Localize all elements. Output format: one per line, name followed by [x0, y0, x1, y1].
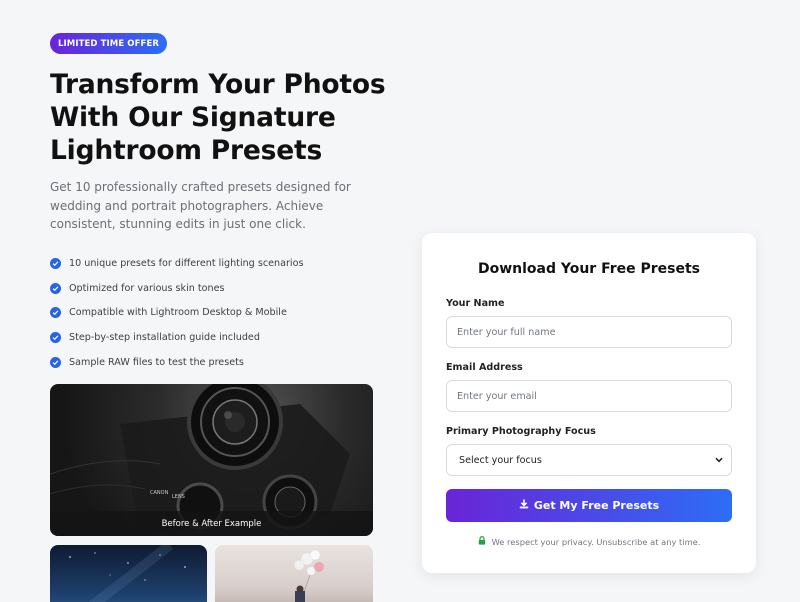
name-label: Your Name [446, 298, 505, 309]
headline-line-1: Transform Your Photos [50, 69, 386, 100]
focus-label: Primary Photography Focus [446, 426, 596, 437]
svg-text:LENS: LENS [172, 494, 185, 500]
image-caption: Before & After Example [50, 511, 373, 536]
check-circle-icon [50, 357, 61, 369]
privacy-text: We respect your privacy. Unsubscribe at … [491, 536, 701, 547]
feature-list: 10 unique presets for different lighting… [50, 251, 303, 375]
check-circle-icon [50, 332, 61, 344]
lock-icon [478, 536, 492, 547]
page-headline: Transform Your Photos With Our Signature… [50, 68, 386, 167]
balloons-thumbnail [215, 545, 373, 602]
download-form-card: Download Your Free Presets Your Name Ema… [422, 233, 756, 573]
check-circle-icon [50, 257, 61, 269]
headline-line-2: With Our Signature [50, 102, 336, 133]
chevron-down-icon [715, 455, 723, 466]
limited-offer-badge: LIMITED TIME OFFER [50, 33, 167, 54]
feature-label: Step-by-step installation guide included [69, 332, 260, 344]
balloons-image [293, 549, 324, 602]
night-sky-image [69, 545, 186, 602]
email-label: Email Address [446, 362, 523, 373]
get-presets-button[interactable]: Get My Free Presets [446, 489, 732, 522]
privacy-note: We respect your privacy. Unsubscribe at … [422, 536, 756, 547]
feature-label: 10 unique presets for different lighting… [69, 257, 304, 269]
landing-page: LIMITED TIME OFFER Transform Your Photos… [0, 0, 800, 602]
feature-item: Step-by-step installation guide included [50, 325, 303, 350]
headline-line-3: Lightroom Presets [50, 135, 323, 166]
email-input[interactable] [446, 380, 732, 412]
check-circle-icon [50, 307, 61, 319]
download-icon [519, 499, 534, 512]
submit-label: Get My Free Presets [533, 499, 660, 512]
feature-item: 10 unique presets for different lighting… [50, 251, 303, 276]
focus-select-value: Select your focus [459, 454, 542, 466]
camera-hero-image: CANON LENS Before & After Example [50, 384, 373, 536]
feature-item: Sample RAW files to test the presets [50, 350, 303, 375]
form-title: Download Your Free Presets [477, 261, 701, 277]
name-input[interactable] [446, 316, 732, 348]
feature-label: Sample RAW files to test the presets [69, 357, 244, 369]
page-description: Get 10 professionally crafted presets de… [50, 180, 351, 231]
focus-select[interactable]: Select your focus [446, 444, 732, 476]
check-circle-icon [50, 282, 61, 294]
feature-item: Optimized for various skin tones [50, 276, 303, 301]
night-sky-thumbnail [50, 545, 207, 602]
feature-item: Compatible with Lightroom Desktop & Mobi… [50, 301, 303, 326]
svg-text:CANON: CANON [150, 490, 169, 496]
feature-label: Optimized for various skin tones [69, 282, 225, 294]
feature-label: Compatible with Lightroom Desktop & Mobi… [69, 307, 287, 319]
